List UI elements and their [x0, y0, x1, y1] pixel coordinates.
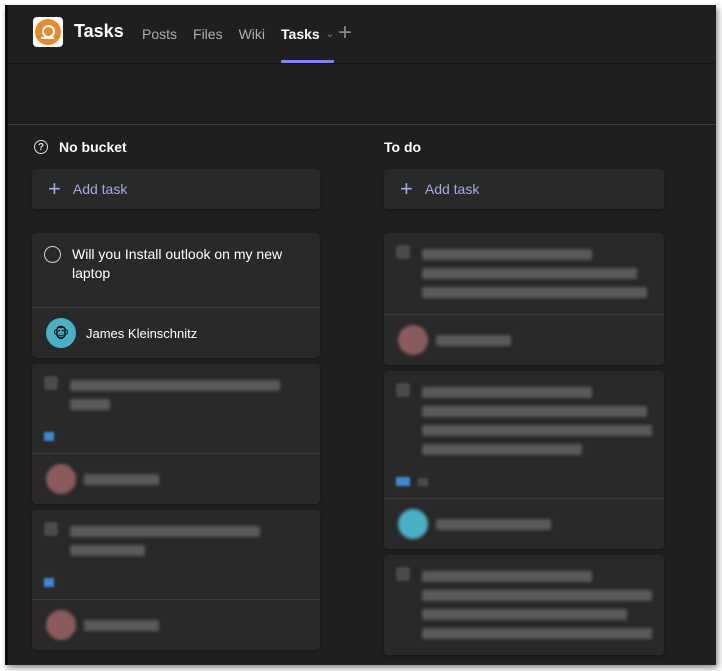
- redacted-assignee: [436, 334, 511, 346]
- label-tag: [44, 578, 54, 587]
- task-card-redacted[interactable]: [32, 510, 320, 650]
- redacted-assignee: [84, 619, 159, 631]
- avatar: 🐵: [46, 318, 76, 348]
- task-title: Will you Install outlook on my new lapto…: [72, 246, 283, 281]
- redacted-title: [70, 376, 280, 418]
- redacted-assignee: [84, 473, 159, 485]
- planner-toolbar: [8, 64, 716, 125]
- bucket-header: ? No bucket: [32, 132, 320, 162]
- complete-task-checkbox[interactable]: [396, 245, 410, 259]
- avatar: [46, 610, 76, 640]
- complete-task-checkbox[interactable]: [396, 383, 410, 397]
- tab-label: Tasks: [281, 26, 320, 42]
- plus-icon: +: [48, 176, 61, 201]
- tab-files[interactable]: Files: [185, 5, 231, 63]
- tab-label: Wiki: [238, 26, 266, 42]
- assignee-name: James Kleinschnitz: [86, 325, 198, 341]
- task-card-redacted[interactable]: [384, 555, 664, 655]
- add-task-label: Add task: [72, 181, 128, 197]
- task-assignee-row: 🐵 James Kleinschnitz: [32, 307, 320, 358]
- task-assignee-row: [384, 498, 664, 549]
- redacted-title: [422, 567, 652, 647]
- bucket-title: No bucket: [59, 139, 127, 155]
- task-card[interactable]: Will you Install outlook on my new lapto…: [32, 233, 320, 358]
- app-title: Tasks: [74, 21, 124, 41]
- tab-wiki[interactable]: Wiki: [231, 5, 273, 63]
- redacted-title: [70, 522, 260, 564]
- tab-label: Posts: [142, 26, 178, 42]
- task-card-redacted[interactable]: [384, 371, 664, 549]
- complete-task-checkbox[interactable]: [44, 522, 58, 536]
- add-task-label: Add task: [424, 181, 480, 197]
- question-circle-icon: ?: [34, 140, 48, 154]
- complete-task-checkbox[interactable]: [44, 376, 58, 390]
- channel-header: Tasks Posts Files Wiki Tasks ⌄ +: [8, 5, 716, 64]
- add-tab-plus-icon[interactable]: +: [338, 19, 352, 47]
- avatar: [46, 464, 76, 494]
- tab-tasks[interactable]: Tasks ⌄: [273, 5, 342, 63]
- label-tag: [44, 432, 54, 441]
- redacted-title: [422, 245, 647, 306]
- avatar: [398, 509, 428, 539]
- complete-task-checkbox[interactable]: [396, 567, 410, 581]
- bucket-to-do: To do + Add task: [376, 132, 664, 655]
- add-task-button[interactable]: + Add task: [384, 169, 664, 209]
- task-assignee-row: [32, 599, 320, 650]
- task-assignee-row: [32, 453, 320, 504]
- tab-label: Files: [193, 26, 223, 42]
- bucket-title: To do: [384, 139, 422, 155]
- attachment-indicator: [418, 477, 428, 486]
- redacted-title: [422, 383, 652, 463]
- complete-task-checkbox[interactable]: [44, 246, 61, 263]
- avatar: [398, 325, 428, 355]
- label-tag: [396, 477, 410, 486]
- bucket-header: To do: [376, 132, 664, 162]
- plus-icon: +: [400, 176, 413, 201]
- task-assignee-row: [384, 314, 664, 365]
- task-card-redacted[interactable]: [32, 364, 320, 504]
- add-task-button[interactable]: + Add task: [32, 169, 320, 209]
- bucket-no-bucket: ? No bucket + Add task Will you Install …: [32, 132, 320, 650]
- redacted-assignee: [436, 518, 551, 530]
- task-card-redacted[interactable]: [384, 233, 664, 365]
- app-logo-icon: [33, 17, 63, 47]
- tab-bar: Posts Files Wiki Tasks ⌄: [134, 5, 342, 63]
- chevron-down-icon[interactable]: ⌄: [326, 29, 334, 40]
- tab-posts[interactable]: Posts: [134, 5, 185, 63]
